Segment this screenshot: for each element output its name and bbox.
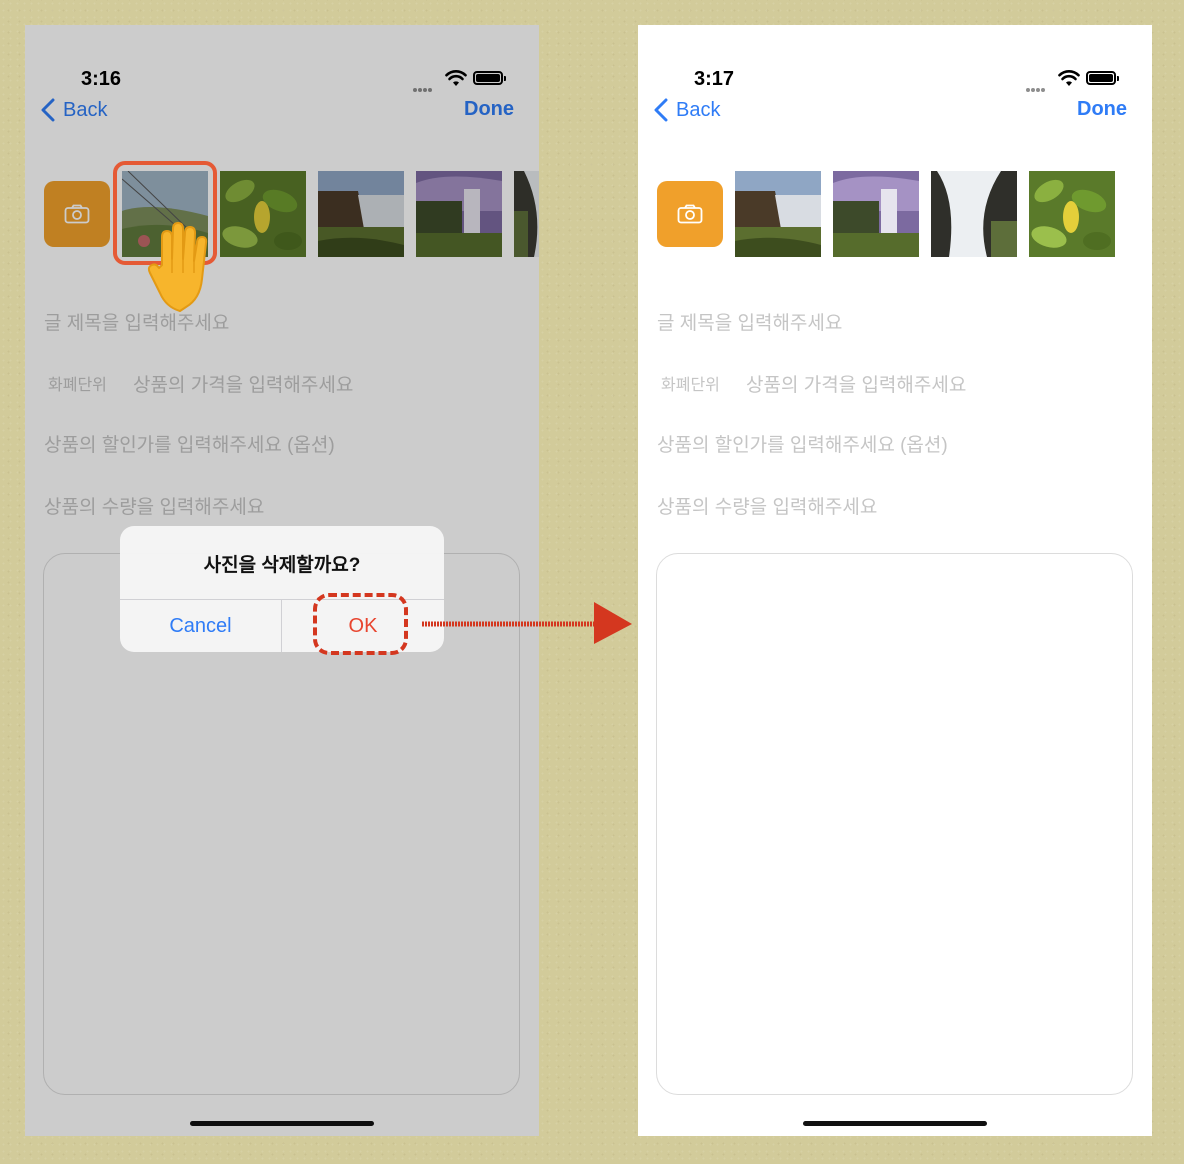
camera-icon (677, 204, 703, 224)
phone-screen-before: 3:16 Back Done 글 제목을 입력해주세요 화폐단위 상품의 가격을… (25, 25, 539, 1136)
home-indicator (803, 1121, 987, 1126)
photo-strip (657, 171, 1152, 257)
hand-pointer-icon (147, 222, 208, 312)
discount-price-input[interactable]: 상품의 할인가를 입력해주세요 (옵션) (657, 430, 948, 457)
photo-thumbnail-leaves[interactable] (1029, 171, 1115, 257)
tap-highlight-ok (313, 593, 408, 655)
back-label: Back (676, 98, 721, 121)
status-icons (1026, 69, 1120, 92)
arrow-right-icon (422, 602, 632, 644)
status-time: 3:17 (694, 68, 735, 90)
wifi-icon (1058, 70, 1080, 86)
quantity-input[interactable]: 상품의 수량을 입력해주세요 (657, 492, 877, 519)
description-textarea[interactable] (656, 553, 1133, 1095)
chevron-left-icon (654, 98, 668, 122)
signal-dots-icon (1026, 79, 1050, 92)
currency-unit-button[interactable]: 화폐단위 (661, 371, 720, 395)
title-input[interactable]: 글 제목을 입력해주세요 (657, 308, 842, 335)
battery-icon (1086, 71, 1119, 85)
alert-title: 사진을 삭제할까요? (203, 555, 361, 576)
done-button[interactable]: Done (1077, 98, 1127, 121)
camera-button[interactable] (657, 181, 723, 247)
price-input[interactable]: 상품의 가격을 입력해주세요 (746, 370, 966, 397)
phone-screen-after: 3:17 Back Done 글 제목을 입력해주세요 화폐단위 상품의 가격을… (638, 25, 1152, 1136)
photo-thumbnail-waterfall-purple[interactable] (833, 171, 919, 257)
alert-cancel-button[interactable]: Cancel (120, 600, 281, 652)
back-button[interactable]: Back (654, 95, 720, 125)
photo-thumbnail-stream[interactable] (931, 171, 1017, 257)
photo-thumbnail-waterfall-cliff[interactable] (735, 171, 821, 257)
